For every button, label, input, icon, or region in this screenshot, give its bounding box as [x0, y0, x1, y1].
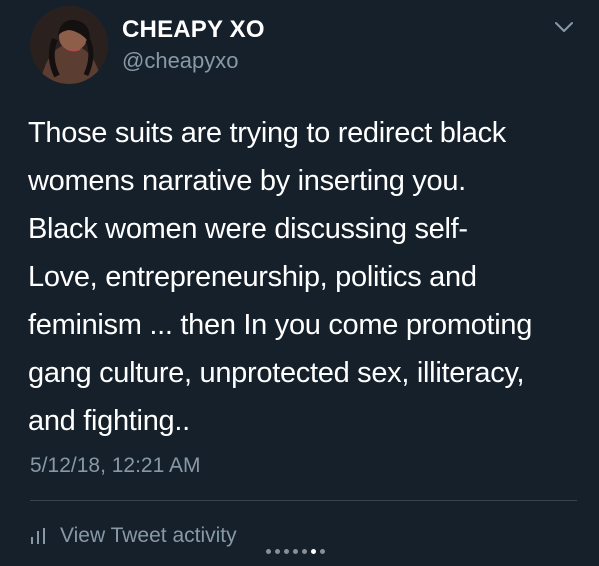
display-name[interactable]: CHEAPY XO: [122, 16, 265, 44]
tweet-timestamp[interactable]: 5/12/18, 12:21 AM: [30, 454, 200, 478]
pagination-dot[interactable]: [302, 549, 307, 554]
pagination-dot[interactable]: [284, 549, 289, 554]
bar-chart-icon: [30, 527, 48, 545]
avatar[interactable]: [30, 6, 108, 84]
carousel-pagination: [266, 549, 325, 554]
pagination-dot[interactable]: [275, 549, 280, 554]
pagination-dot[interactable]: [293, 549, 298, 554]
tweet-card: CHEAPY XO @cheapyxo Those suits are tryi…: [0, 0, 599, 566]
tweet-text: Those suits are trying to redirect black…: [28, 117, 533, 437]
divider: [30, 500, 577, 501]
pagination-dot[interactable]: [311, 549, 316, 554]
view-tweet-activity-button[interactable]: View Tweet activity: [30, 520, 237, 552]
pagination-dot[interactable]: [320, 549, 325, 554]
user-handle[interactable]: @cheapyxo: [122, 48, 239, 74]
tweet-header: CHEAPY XO @cheapyxo: [30, 6, 580, 86]
chevron-down-icon[interactable]: [554, 20, 574, 34]
pagination-dot[interactable]: [266, 549, 271, 554]
view-tweet-activity-label: View Tweet activity: [60, 524, 237, 547]
